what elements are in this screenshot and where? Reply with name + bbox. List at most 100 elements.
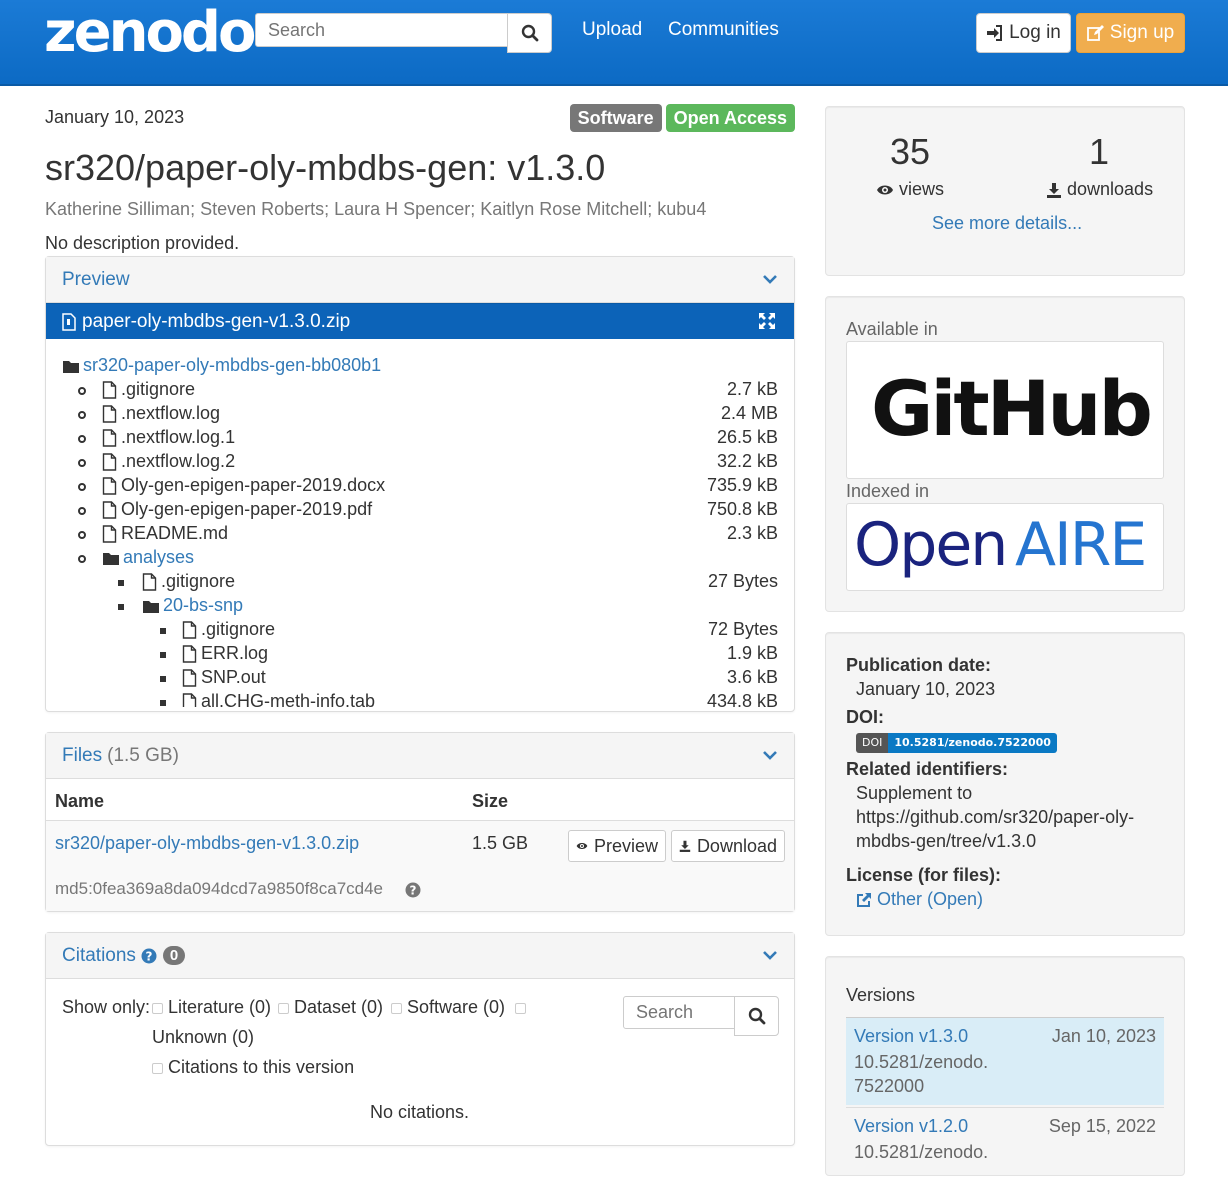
- nav-communities[interactable]: Communities: [668, 19, 779, 41]
- preview-file-name: paper-oly-mbdbs-gen-v1.3.0.zip: [82, 310, 351, 332]
- nav-upload[interactable]: Upload: [582, 19, 642, 41]
- version-link[interactable]: Version v1.3.0: [854, 1026, 968, 1047]
- views-count: 35: [890, 131, 931, 172]
- fullscreen-icon[interactable]: [758, 312, 776, 330]
- download-button[interactable]: Download: [671, 830, 785, 862]
- citations-search-button[interactable]: [734, 996, 779, 1036]
- checkbox[interactable]: [152, 1062, 163, 1074]
- zenodo-logo[interactable]: zenodo: [44, 0, 256, 66]
- tree-item-name: .nextflow.log.1: [121, 427, 236, 447]
- tree-bullet: [78, 459, 86, 467]
- related-url-line-1[interactable]: https://github.com/sr320/paper-oly-: [856, 807, 1134, 828]
- file-tree: sr320-paper-oly-mbdbs-gen-bb080b1 .gitign…: [46, 355, 794, 707]
- github-logo[interactable]: GitHub: [846, 341, 1164, 479]
- version-item[interactable]: Version v1.2.0 Sep 15, 2022 10.5281/zeno…: [846, 1107, 1164, 1177]
- checkbox[interactable]: [391, 1002, 402, 1014]
- tree-file: Oly-gen-epigen-paper-2019.pdf 750.8 kB: [46, 499, 794, 523]
- citations-heading[interactable]: Citations ? 0: [46, 933, 794, 979]
- file-icon: [182, 621, 197, 639]
- tree-bullet: [78, 555, 86, 563]
- doi-badge[interactable]: DOI 10.5281/zenodo.7522000: [856, 733, 1057, 753]
- stats-well: 35 views 1 downloads See more details...: [825, 106, 1185, 276]
- checkbox[interactable]: [152, 1002, 163, 1014]
- preview-heading[interactable]: Preview: [46, 257, 794, 303]
- versions-heading: Versions: [846, 985, 916, 1005]
- file-link[interactable]: sr320/paper-oly-mbdbs-gen-v1.3.0.zip: [55, 833, 359, 854]
- version-item-current[interactable]: Version v1.3.0 Jan 10, 2023 10.5281/zeno…: [846, 1017, 1164, 1105]
- tree-bullet: [78, 411, 86, 419]
- file-icon: [102, 477, 117, 495]
- file-icon: [182, 645, 197, 663]
- downloads-label: downloads: [1067, 179, 1154, 199]
- checkbox[interactable]: [515, 1002, 526, 1014]
- download-icon: [1047, 182, 1061, 198]
- metadata-well: Publication date: January 10, 2023 DOI: …: [825, 632, 1185, 936]
- help-icon[interactable]: ?: [141, 948, 157, 964]
- publication-date-label: Publication date:: [846, 655, 992, 675]
- external-link-icon: [857, 892, 871, 907]
- version-link[interactable]: Version v1.2.0: [854, 1116, 968, 1137]
- signup-button[interactable]: Sign up: [1076, 13, 1185, 53]
- tree-item-name: .nextflow.log.2: [121, 451, 236, 471]
- versions-well: Versions Version v1.3.0 Jan 10, 2023 10.…: [825, 956, 1185, 1176]
- folder-icon: [103, 553, 119, 565]
- folder-icon: [63, 361, 79, 373]
- citations-search: [623, 996, 779, 1036]
- preview-heading-label: Preview: [62, 268, 130, 290]
- filter-software[interactable]: Software (0): [391, 997, 505, 1018]
- filter-this-version[interactable]: Citations to this version: [152, 1057, 354, 1078]
- related-url-line-2[interactable]: mbdbs-gen/tree/v1.3.0: [856, 831, 1036, 852]
- edit-icon: [1086, 25, 1104, 41]
- filter-software-label: Software (0): [407, 997, 506, 1017]
- tree-file: ERR.log 1.9 kB: [46, 643, 794, 667]
- search-input[interactable]: [255, 13, 508, 47]
- downloads-count: 1: [1089, 131, 1110, 172]
- help-icon[interactable]: ?: [405, 882, 421, 898]
- files-heading[interactable]: Files (1.5 GB): [46, 733, 794, 779]
- checkbox[interactable]: [278, 1002, 289, 1014]
- file-icon: [182, 693, 197, 707]
- tree-bullet: [78, 435, 86, 443]
- tree-folder[interactable]: 20-bs-snp: [46, 595, 794, 619]
- tree-item-size: 2.7 kB: [726, 379, 778, 399]
- search-icon: [748, 1007, 765, 1025]
- tree-item-name[interactable]: analyses: [123, 547, 194, 568]
- tree-item-name: README.md: [121, 523, 229, 543]
- filter-dataset[interactable]: Dataset (0): [278, 997, 383, 1018]
- download-button-label: Download: [696, 835, 777, 856]
- eye-icon: [576, 843, 588, 849]
- tree-item-name: SNP.out: [201, 667, 266, 687]
- openaire-logo[interactable]: Open AIRE: [846, 503, 1164, 591]
- availability-well: Available in GitHub Indexed in Open AIRE: [825, 296, 1185, 612]
- preview-file-bar: paper-oly-mbdbs-gen-v1.3.0.zip: [46, 303, 794, 339]
- filter-literature-label: Literature (0): [168, 997, 272, 1017]
- tree-folder[interactable]: sr320-paper-oly-mbdbs-gen-bb080b1: [46, 355, 794, 379]
- openaire-logo-aire: AIRE: [1015, 510, 1147, 580]
- filter-literature[interactable]: Literature (0): [152, 997, 271, 1018]
- tree-file: Oly-gen-epigen-paper-2019.docx 735.9 kB: [46, 475, 794, 499]
- tree-item-size: 2.4 MB: [720, 403, 778, 423]
- no-citations-text: No citations.: [370, 1102, 470, 1122]
- citations-search-input[interactable]: [623, 996, 735, 1029]
- tree-bullet: [78, 387, 86, 395]
- tree-folder[interactable]: analyses: [46, 547, 794, 571]
- preview-button[interactable]: Preview: [568, 830, 666, 862]
- publication-date: January 10, 2023: [45, 107, 185, 127]
- tree-item-name[interactable]: 20-bs-snp: [163, 595, 243, 616]
- search-button[interactable]: [507, 13, 552, 53]
- license-label: License (for files):: [846, 865, 1002, 885]
- views-label-group: views: [876, 179, 944, 200]
- file-icon: [102, 429, 117, 447]
- publication-date-value: January 10, 2023: [856, 679, 996, 699]
- see-more-details-link[interactable]: See more details...: [932, 213, 1082, 234]
- login-button[interactable]: Log in: [976, 13, 1071, 53]
- login-label: Log in: [1009, 22, 1061, 43]
- filter-unknown-label: Unknown (0): [152, 1027, 255, 1047]
- files-table-header: Name Size: [46, 779, 794, 821]
- filter-unknown-checkbox[interactable]: [515, 997, 531, 1018]
- tree-item-size: 26.5 kB: [716, 427, 778, 447]
- license-link[interactable]: Other (Open): [856, 889, 983, 910]
- tree-item-name[interactable]: sr320-paper-oly-mbdbs-gen-bb080b1: [83, 355, 381, 376]
- available-in-label: Available in: [846, 319, 938, 339]
- version-doi-part-2: 7522000: [854, 1076, 925, 1096]
